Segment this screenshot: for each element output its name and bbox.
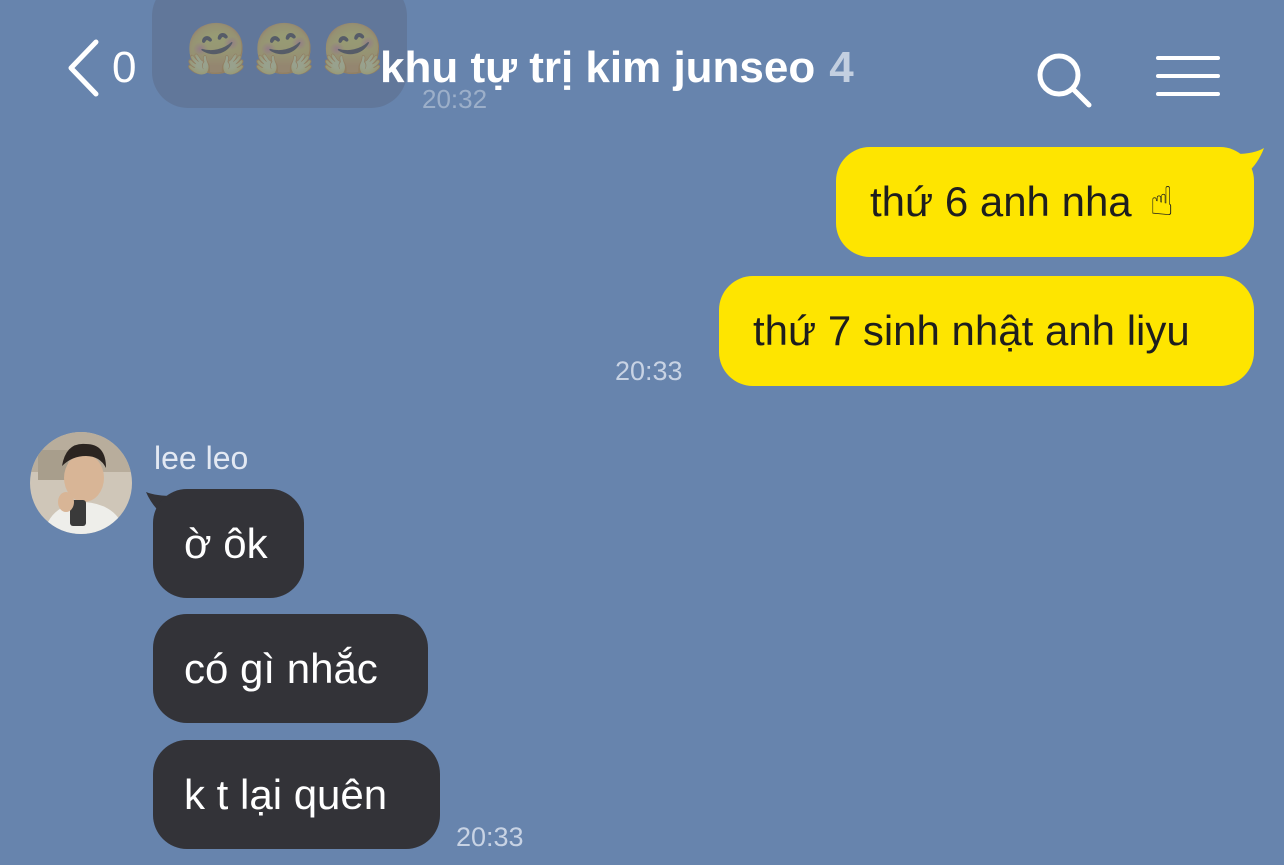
outgoing-message-time: 20:33 [615,356,683,386]
search-button[interactable] [1034,50,1094,110]
chevron-left-icon [68,39,99,97]
incoming-message-1[interactable]: ờ ôk [153,489,304,598]
incoming-message-1-text: ờ ôk [184,519,268,567]
incoming-message-3[interactable]: k t lại quên [153,740,440,849]
outgoing-message-2[interactable]: thứ 7 sinh nhật anh liyu [719,276,1254,386]
chat-title[interactable]: khu tự trị kim junseo 4 [380,40,854,96]
chat-header: 0 khu tự trị kim junseo 4 [0,0,1284,135]
member-count: 4 [829,43,854,92]
incoming-message-2[interactable]: có gì nhắc [153,614,428,723]
sender-avatar[interactable] [30,432,132,534]
outgoing-message-1-text: thứ 6 anh nha [870,178,1132,225]
unread-count: 0 [112,43,137,92]
search-icon [1037,53,1092,108]
menu-button[interactable] [1156,54,1220,102]
chat-title-text: khu tự trị kim junseo [380,43,816,92]
avatar-image [30,432,132,534]
back-button[interactable]: 0 [66,38,136,98]
incoming-message-2-text: có gì nhắc [184,644,378,692]
hamburger-menu-icon [1156,56,1220,96]
pointing-up-emoji: ☝ [1149,179,1175,225]
outgoing-message-2-text: thứ 7 sinh nhật anh liyu [753,307,1190,354]
sender-name: lee leo [154,440,249,476]
outgoing-message-1[interactable]: thứ 6 anh nha ☝ [836,147,1254,257]
incoming-message-3-text: k t lại quên [184,770,388,818]
incoming-message-time: 20:33 [456,822,524,852]
